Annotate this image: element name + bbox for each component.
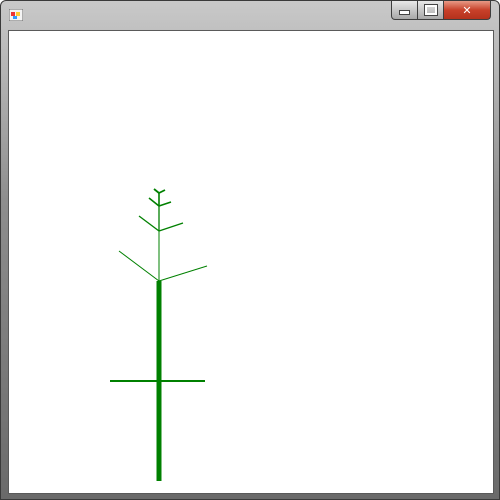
fractal-tree	[110, 188, 208, 481]
branch	[148, 197, 160, 207]
maximize-button[interactable]	[418, 1, 444, 20]
close-icon: ✕	[462, 3, 472, 17]
app-window: ✕	[0, 0, 500, 500]
branch	[153, 188, 160, 194]
maximize-icon	[423, 4, 438, 16]
branch	[138, 215, 160, 232]
app-icon	[9, 9, 23, 21]
branch	[158, 222, 184, 232]
title-bar[interactable]: ✕	[1, 1, 499, 29]
drawing-canvas	[8, 30, 494, 494]
branch	[158, 201, 172, 207]
minimize-icon	[399, 10, 410, 15]
branch	[158, 189, 166, 194]
close-button[interactable]: ✕	[444, 1, 491, 20]
minimize-button[interactable]	[391, 1, 418, 20]
branch	[158, 265, 208, 282]
branch	[118, 250, 160, 282]
